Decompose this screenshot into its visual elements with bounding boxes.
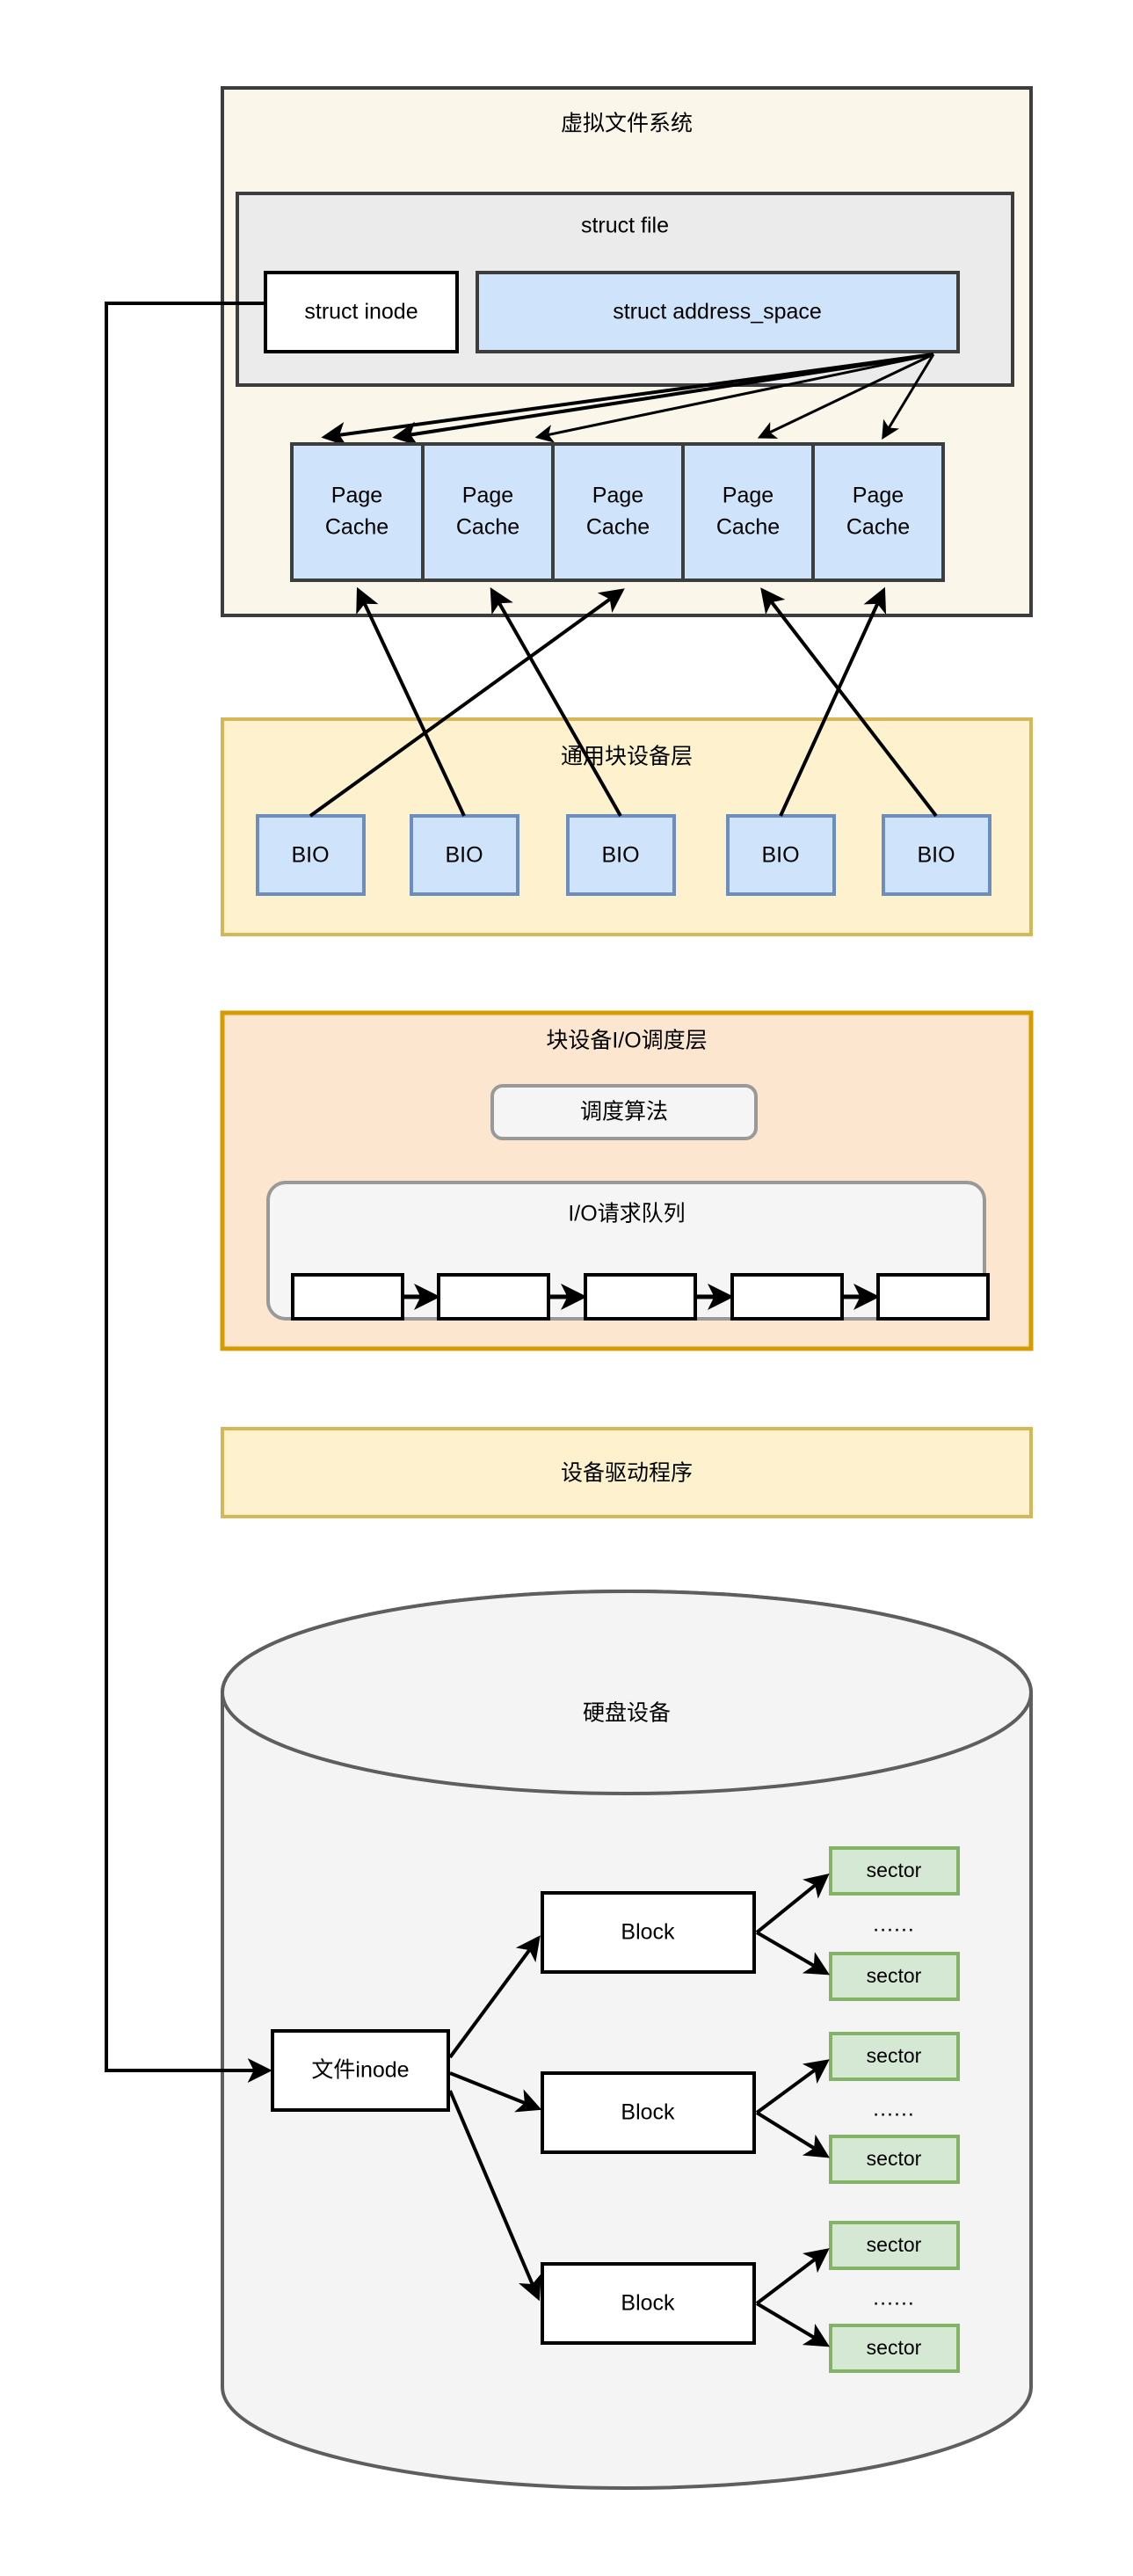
queue-node[interactable] bbox=[437, 1273, 550, 1321]
bio-box[interactable]: BIO bbox=[882, 814, 991, 896]
layer-device-driver: 设备驱动程序 bbox=[221, 1427, 1033, 1518]
layer-disk-device: 硬盘设备 文件inode Block Block Block sector ..… bbox=[221, 1590, 1033, 2490]
page-cache-line1: Page bbox=[723, 484, 773, 508]
block-label: Block bbox=[621, 2100, 675, 2125]
queue-node[interactable] bbox=[876, 1273, 990, 1321]
block-node[interactable]: Block bbox=[541, 2071, 756, 2154]
sector-ellipsis: ...... bbox=[873, 2097, 915, 2121]
page-cache-line2: Cache bbox=[586, 515, 650, 540]
block-label: Block bbox=[621, 2291, 675, 2316]
bio-label: BIO bbox=[601, 843, 639, 868]
layer-vfs: 虚拟文件系统 struct file struct inode struct a… bbox=[221, 86, 1033, 617]
page-cache-line2: Cache bbox=[716, 515, 780, 540]
bio-label: BIO bbox=[917, 843, 955, 868]
diagram-root: 虚拟文件系统 struct file struct inode struct a… bbox=[0, 0, 1133, 2576]
sector-label: sector bbox=[867, 1859, 922, 1881]
block-label: Block bbox=[621, 1920, 675, 1945]
bio-box[interactable]: BIO bbox=[410, 814, 519, 896]
io-stack-diagram: 虚拟文件系统 struct file struct inode struct a… bbox=[105, 86, 1034, 2490]
page-cache-line1: Page bbox=[331, 484, 382, 508]
block-node[interactable]: Block bbox=[541, 1891, 756, 1974]
file-inode[interactable]: 文件inode bbox=[271, 2029, 450, 2112]
queue-node[interactable] bbox=[730, 1273, 844, 1321]
bio-label: BIO bbox=[445, 843, 483, 868]
device-driver-layer-title: 设备驱动程序 bbox=[561, 1461, 693, 1486]
page-cache-line1: Page bbox=[462, 484, 513, 508]
sector-label: sector bbox=[867, 1964, 922, 1987]
bio-box[interactable]: BIO bbox=[566, 814, 676, 896]
sector-label: sector bbox=[867, 2233, 922, 2256]
page-cache-line1: Page bbox=[592, 484, 643, 508]
sector-ellipsis: ...... bbox=[873, 2286, 915, 2310]
queue-node[interactable] bbox=[291, 1273, 404, 1321]
block-node[interactable]: Block bbox=[541, 2262, 756, 2345]
page-cache-row: Page Cache Page Cache Page Cache Page Ca… bbox=[290, 442, 945, 582]
io-request-queue-label: I/O请求队列 bbox=[568, 1202, 685, 1226]
bio-box[interactable]: BIO bbox=[256, 814, 366, 896]
struct-inode-label: struct inode bbox=[304, 300, 418, 324]
struct-address-space-label: struct address_space bbox=[613, 300, 822, 324]
layer-io-scheduler: 块设备I/O调度层 调度算法 I/O请求队列 bbox=[220, 1010, 1034, 1351]
page-cache-line2: Cache bbox=[456, 515, 519, 540]
scheduling-algorithm-label: 调度算法 bbox=[580, 1100, 668, 1124]
disk-cylinder-top bbox=[221, 1590, 1033, 1795]
page-cache-line2: Cache bbox=[846, 515, 910, 540]
sector-ellipsis: ...... bbox=[873, 1912, 915, 1937]
page-cache-line1: Page bbox=[853, 484, 904, 508]
page-cache-line2: Cache bbox=[325, 515, 389, 540]
struct-file-label: struct file bbox=[581, 214, 669, 238]
file-inode-label: 文件inode bbox=[311, 2058, 409, 2083]
page-cache-row-box bbox=[290, 442, 945, 582]
queue-node[interactable] bbox=[584, 1273, 697, 1321]
sector-label: sector bbox=[867, 2147, 922, 2170]
bio-label: BIO bbox=[291, 843, 329, 868]
disk-device-title: 硬盘设备 bbox=[583, 1701, 671, 1726]
layer-generic-block: 通用块设备层 BIO BIO BIO BIO BIO bbox=[221, 717, 1033, 936]
io-scheduler-layer-title: 块设备I/O调度层 bbox=[546, 1029, 707, 1053]
sector-label: sector bbox=[867, 2336, 922, 2359]
sector-label: sector bbox=[867, 2044, 922, 2067]
bio-box[interactable]: BIO bbox=[726, 814, 836, 896]
bio-label: BIO bbox=[761, 843, 799, 868]
vfs-layer-title: 虚拟文件系统 bbox=[561, 112, 693, 136]
